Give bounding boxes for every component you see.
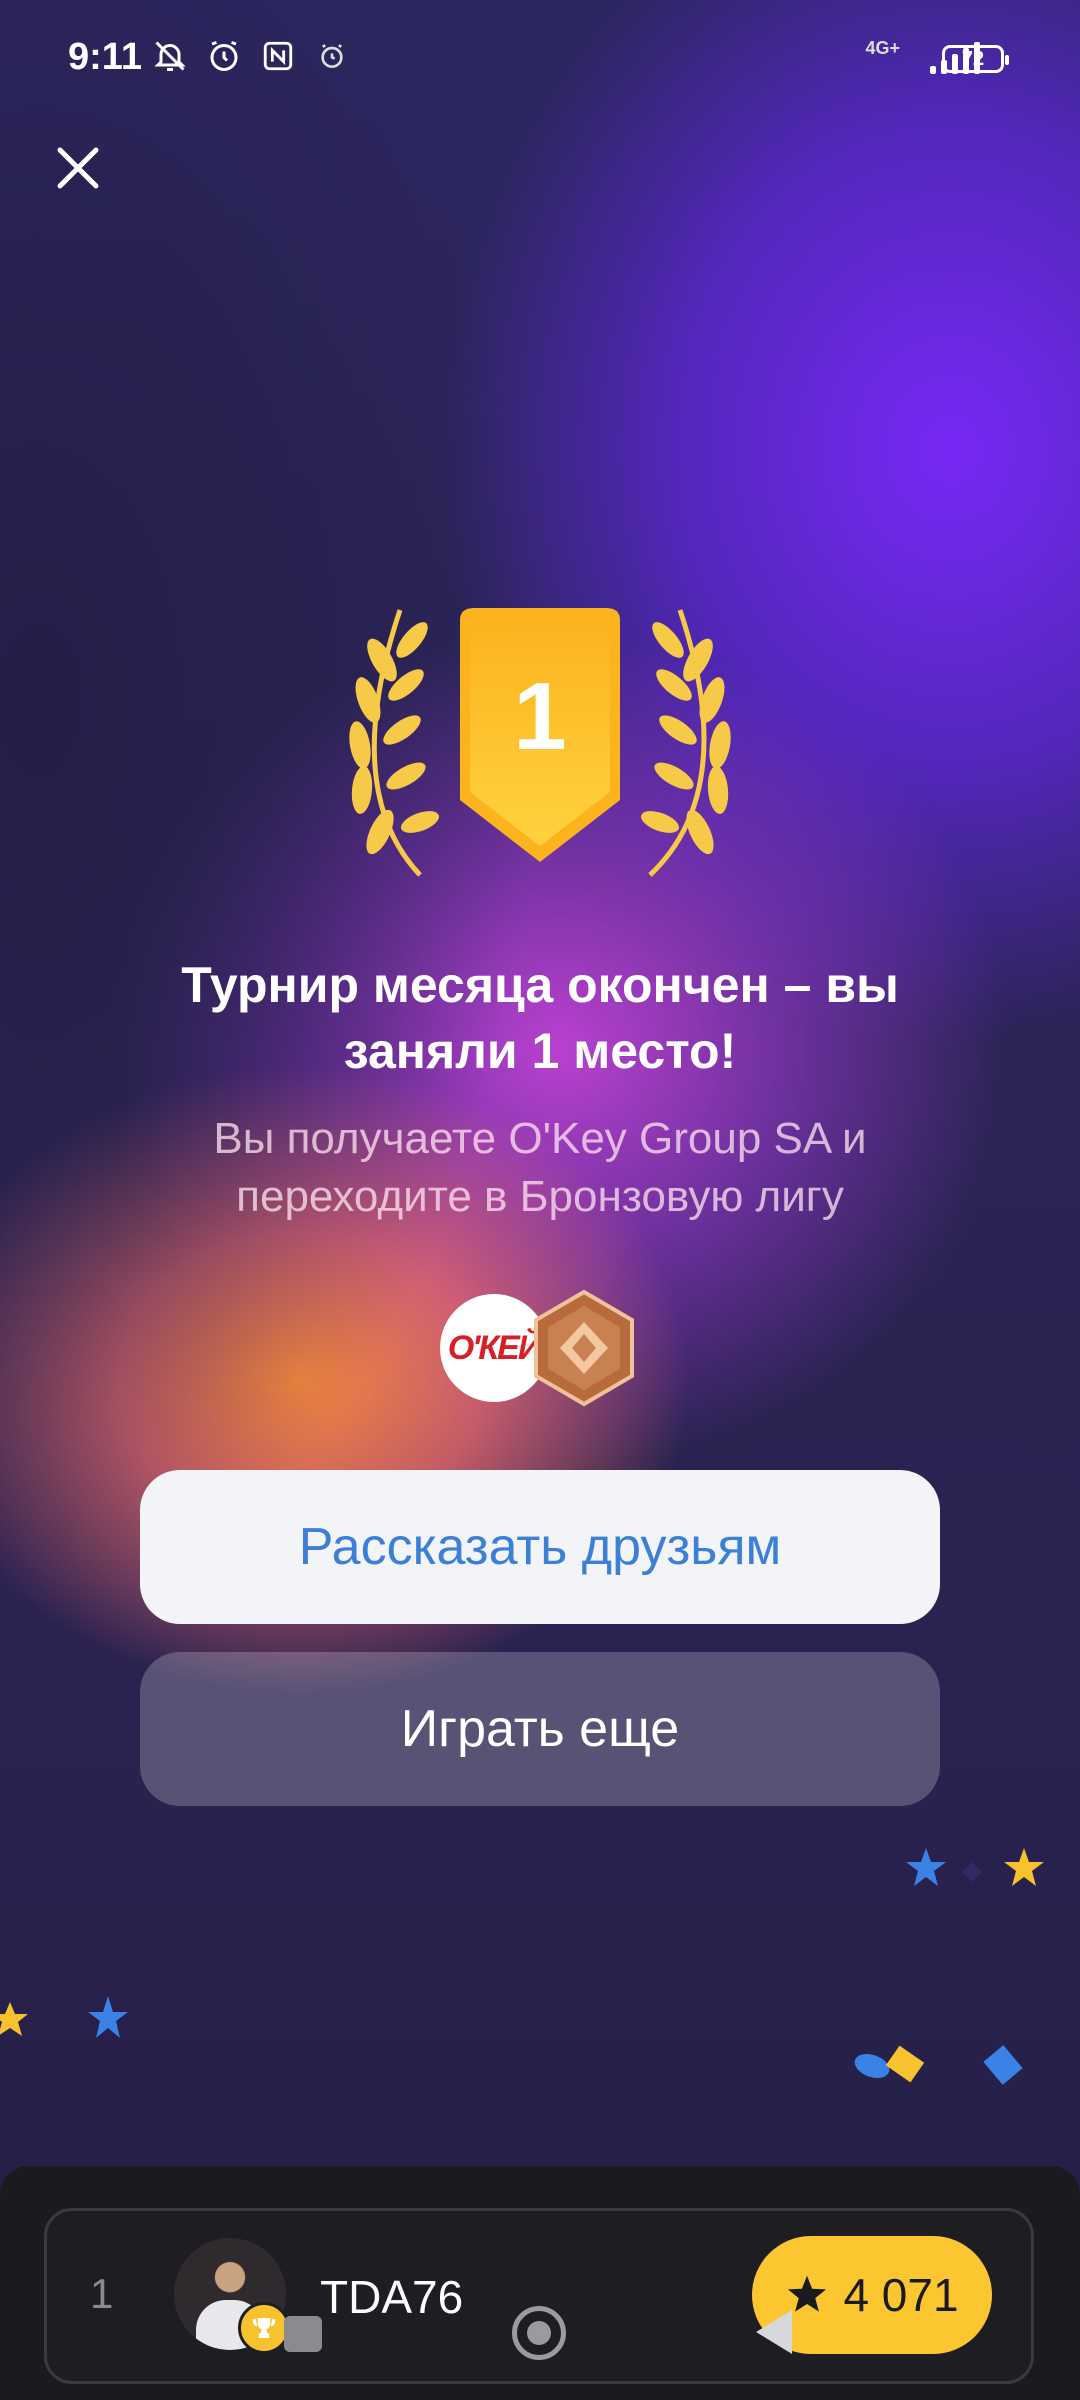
leaderboard-rank: 1 [90,2270,114,2317]
nfc-icon [258,36,298,76]
confetti-pieces [854,2045,1023,2085]
bell-off-icon [150,36,190,76]
play-again-label: Играть еще [400,1700,680,1758]
rewards-row: O'КЕЙ [440,1288,640,1408]
recent-apps-button[interactable] [284,2316,322,2352]
okey-logo-text: O'КЕЙ [447,1328,543,1367]
place-number: 1 [513,663,567,770]
share-with-friends-button[interactable]: Рассказать друзьям [140,1470,940,1624]
close-icon [57,147,99,189]
battery-level: 72 [961,47,985,70]
play-again-button[interactable]: Играть еще [140,1652,940,1806]
username: TDA76 [320,2271,464,2323]
result-title: Турнир месяца окончен – вы заняли 1 мест… [181,957,899,1079]
score-value: 4 071 [843,2269,959,2321]
alarm-clock-icon [312,36,352,76]
status-bar: 9:11 4G+ 72 [0,0,1080,120]
status-time: 9:11 [68,36,142,78]
alarm-icon [204,36,244,76]
share-button-label: Рассказать друзьям [298,1518,782,1576]
first-place-award: 1 [320,600,760,880]
confetti-stars-left [0,1996,128,2038]
star-icon [788,2275,827,2312]
close-button[interactable] [50,140,106,196]
back-button[interactable] [756,2310,792,2354]
bronze-league-icon [528,1288,640,1408]
result-subtitle: Вы получаете O'Key Group SA и переходите… [213,1114,867,1221]
trophy-icon [238,2302,290,2354]
home-button[interactable] [512,2306,566,2360]
confetti-stars-right [906,1848,1044,1886]
battery-icon: 72 [942,45,1009,73]
network-type: 4G+ [865,38,900,58]
status-icons [150,36,352,76]
